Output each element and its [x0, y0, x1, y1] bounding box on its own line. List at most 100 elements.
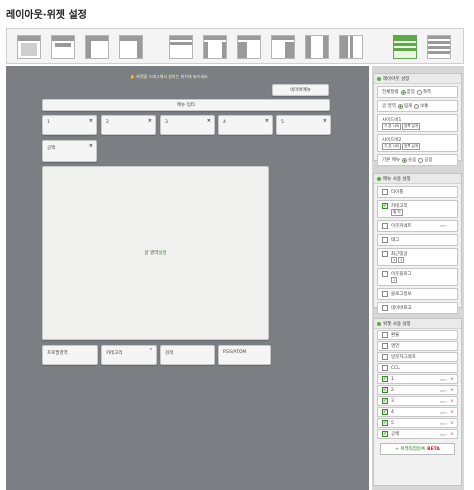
delete-icon[interactable]: ×	[450, 377, 454, 382]
checkbox[interactable]	[382, 189, 388, 195]
checkbox[interactable]: ✓	[382, 376, 388, 382]
widget-item-2[interactable]: ✓ 2 EDIT ×	[377, 385, 458, 395]
widget-box-5[interactable]: 5 ×	[276, 115, 331, 135]
edit-link[interactable]: EDIT	[440, 422, 447, 426]
checkbox[interactable]: ✓	[382, 431, 388, 437]
checkbox[interactable]	[382, 291, 388, 297]
sidebar1-width-select[interactable]: 기 본 너비	[382, 122, 402, 130]
edit-link[interactable]: EDIT	[440, 378, 447, 382]
layout-11-button[interactable]	[393, 35, 417, 59]
widget-item-1[interactable]: ✓ 1 EDIT ×	[377, 374, 458, 384]
delete-icon[interactable]: ×	[450, 432, 454, 437]
widget-item-ccl[interactable]: CCL	[377, 363, 458, 373]
radio-left[interactable]	[416, 89, 422, 95]
delete-icon[interactable]: ×	[450, 410, 454, 415]
search-widget[interactable]: 검색	[160, 345, 215, 365]
radio-wide[interactable]	[397, 103, 403, 109]
widget-box-3[interactable]: 3 ×	[160, 115, 215, 135]
layout-3-button[interactable]	[85, 35, 109, 59]
layout-12-button[interactable]	[427, 35, 451, 59]
content-settings-link[interactable]: 설정	[158, 250, 166, 256]
widget-item-exchange[interactable]: 환율	[377, 330, 458, 340]
widget-settings-header: 위젯 사용 설정	[374, 319, 461, 329]
widget-item-5[interactable]: ✓ 5 EDIT ×	[377, 418, 458, 428]
widget-item-blank[interactable]: ✓ 공백 EDIT ×	[377, 429, 458, 439]
category-select[interactable]: 펼 치	[391, 209, 403, 216]
layout-settings-header: 레이아웃 설정	[374, 74, 461, 84]
widget-box-1[interactable]: 1 ×	[42, 115, 97, 135]
sidebar1-side-select[interactable]: 왼쪽 날개	[402, 122, 421, 130]
widget-settings-panel: 위젯 사용 설정 환율 명언 방문자그래프 CCL ✓ 1 EDIT × ✓ 2 EDIT…	[373, 318, 462, 486]
recent-select-2[interactable]: 2	[398, 257, 405, 263]
edit-link[interactable]: EDIT	[440, 433, 447, 437]
menu-bar-widget[interactable]: 메뉴 텀타	[42, 99, 330, 111]
rss-widget[interactable]: RSS/ATOM	[218, 345, 271, 365]
close-icon[interactable]: ×	[323, 118, 327, 124]
radio-hide[interactable]	[402, 157, 407, 163]
menu-item-tag[interactable]: 태그	[377, 234, 458, 246]
layout-8-button[interactable]	[271, 35, 295, 59]
menu-item-recent-comments[interactable]: 최근댓글 1 2	[377, 248, 458, 266]
sidebar2-width-select[interactable]: 기 본 너비	[382, 142, 402, 150]
delete-icon[interactable]: ×	[450, 399, 454, 404]
radio-center[interactable]	[400, 89, 406, 95]
register-widget-button[interactable]: + 위젯직접등록 BETA	[380, 443, 455, 455]
edit-link[interactable]: EDIT	[440, 400, 447, 404]
widget-box-2[interactable]: 2 ×	[101, 115, 156, 135]
widget-item-quote[interactable]: 명언	[377, 341, 458, 351]
checkbox[interactable]	[382, 354, 388, 360]
layout-9-button[interactable]	[305, 35, 329, 59]
widget-item-3[interactable]: ✓ 3 EDIT ×	[377, 396, 458, 406]
checkbox[interactable]	[382, 237, 388, 243]
content-area[interactable]: 글 영역 설정	[42, 166, 269, 340]
widget-item-4[interactable]: ✓ 4 EDIT ×	[377, 407, 458, 417]
category-widget[interactable]: 카테고리 ⌃	[101, 345, 157, 365]
checkbox[interactable]: ✓	[382, 420, 388, 426]
widget-item-visitor-graph[interactable]: 방문자그래프	[377, 352, 458, 362]
edit-link[interactable]: EDIT	[440, 411, 447, 415]
checkbox[interactable]: ✓	[382, 203, 388, 209]
chevron-up-icon[interactable]: ⌃	[149, 348, 153, 354]
layout-5-button[interactable]	[169, 35, 193, 59]
naver-menu-widget[interactable]: 네이버메뉴	[272, 84, 329, 96]
sidebar2-side-select[interactable]: 왼쪽 날개	[402, 142, 421, 150]
close-icon[interactable]: ×	[89, 143, 93, 149]
menu-item-category[interactable]: ✓ 카테고리 펼 치	[377, 200, 458, 218]
layout-4-button[interactable]	[119, 35, 143, 59]
checkbox[interactable]	[382, 332, 388, 338]
checkbox[interactable]	[382, 251, 388, 257]
checkbox[interactable]: ✓	[382, 387, 388, 393]
delete-icon[interactable]: ×	[450, 388, 454, 393]
profile-widget[interactable]: 프로필영역	[42, 345, 98, 365]
recent-select-1[interactable]: 1	[391, 257, 398, 263]
layout-1-button[interactable]	[17, 35, 41, 59]
widget-box-blank[interactable]: 공백 ×	[42, 140, 97, 162]
checkbox[interactable]	[382, 223, 388, 229]
checkbox[interactable]: ✓	[382, 398, 388, 404]
close-icon[interactable]: ×	[265, 118, 269, 124]
close-icon[interactable]: ×	[148, 118, 152, 124]
checkbox[interactable]	[382, 271, 388, 277]
edit-link[interactable]: EDIT	[440, 389, 447, 393]
layout-7-button[interactable]	[237, 35, 261, 59]
delete-icon[interactable]: ×	[450, 421, 454, 426]
radio-normal[interactable]	[414, 103, 420, 109]
close-icon[interactable]: ×	[207, 118, 211, 124]
menu-item-title[interactable]: 타이틀	[377, 186, 458, 198]
radio-shared[interactable]	[418, 157, 424, 163]
checkbox[interactable]	[382, 343, 388, 349]
layout-6-button[interactable]	[203, 35, 227, 59]
menu-item-blog-info[interactable]: 블로그정보	[377, 288, 458, 300]
layout-10-button[interactable]	[339, 35, 363, 59]
menu-item-neighbor-connect[interactable]: 이웃커넥트 EDIT	[377, 220, 458, 232]
neighbor-select[interactable]: 1	[391, 277, 398, 283]
edit-link[interactable]: EDIT	[440, 224, 447, 228]
menu-item-neighbor-blog[interactable]: 이웃블로그 1	[377, 268, 458, 286]
checkbox[interactable]	[382, 305, 388, 311]
checkbox[interactable]	[382, 365, 388, 371]
widget-box-4[interactable]: 4 ×	[218, 115, 273, 135]
menu-item-naver-logo[interactable]: 네이버로고	[377, 302, 458, 314]
close-icon[interactable]: ×	[89, 118, 93, 124]
checkbox[interactable]: ✓	[382, 409, 388, 415]
layout-2-button[interactable]	[51, 35, 75, 59]
